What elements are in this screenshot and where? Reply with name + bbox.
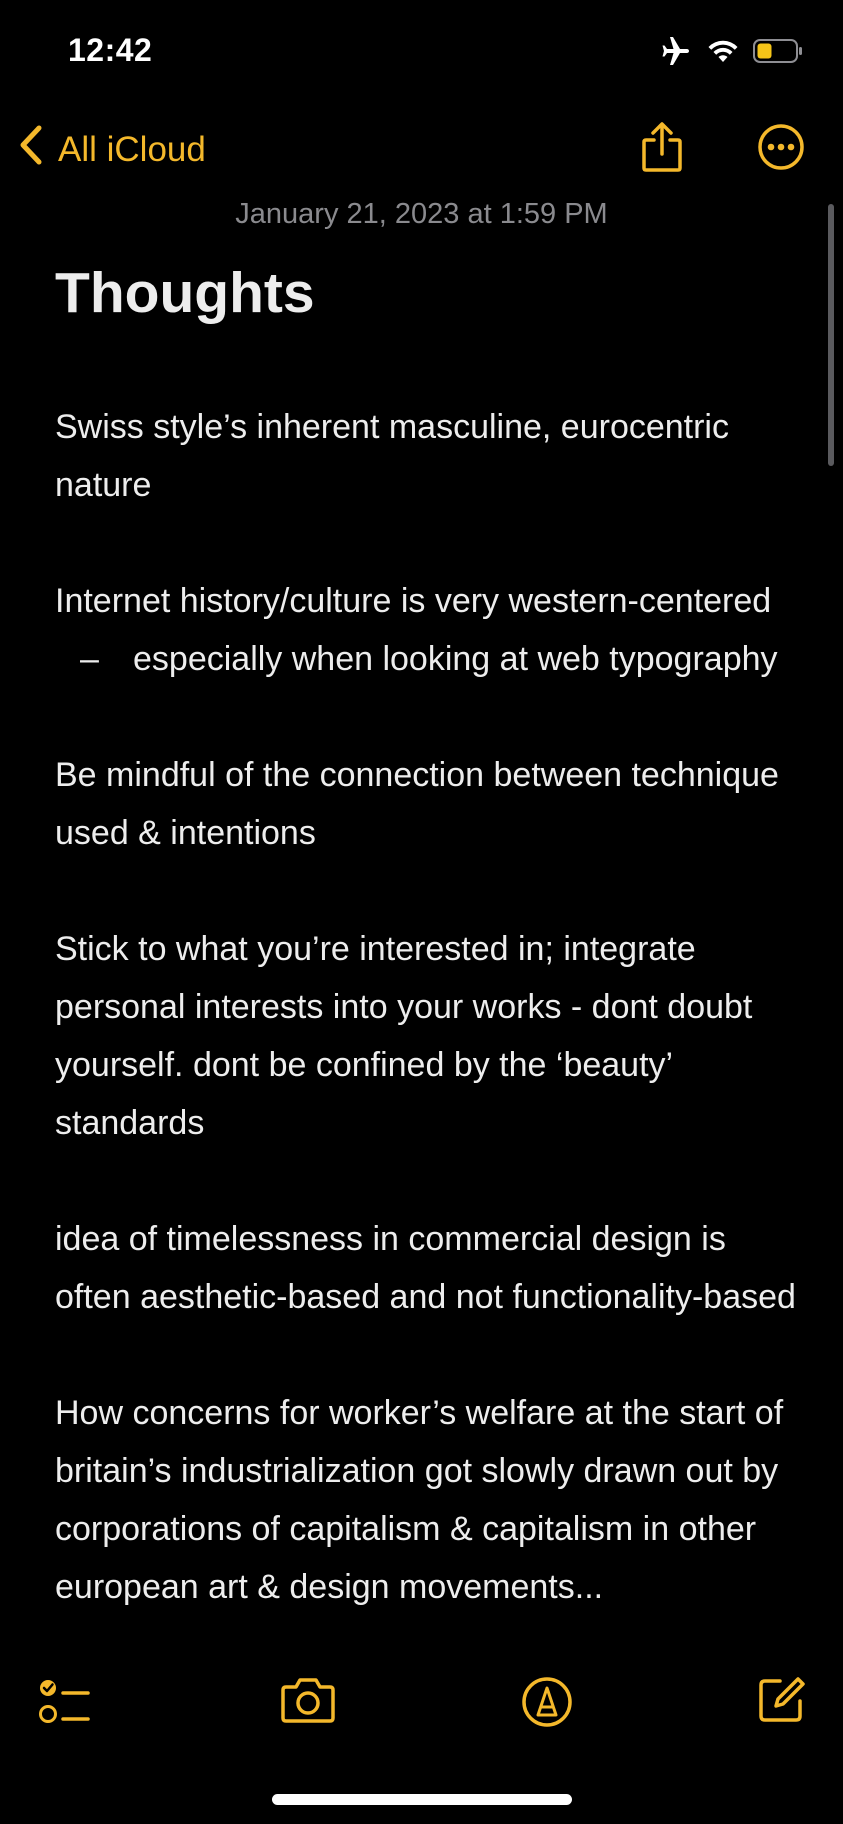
status-icons [659, 36, 803, 66]
more-button[interactable] [756, 122, 806, 177]
note-paragraph[interactable]: How concerns for worker’s welfare at the… [55, 1384, 810, 1616]
note-title[interactable]: Thoughts [55, 258, 810, 328]
compose-button[interactable] [756, 1675, 806, 1725]
back-button[interactable]: All iCloud [18, 124, 206, 175]
markup-button[interactable] [520, 1675, 574, 1729]
chevron-left-icon [18, 124, 44, 175]
compose-icon [756, 1675, 806, 1725]
checklist-button[interactable] [38, 1675, 92, 1727]
airplane-icon [659, 36, 693, 66]
wifi-icon [707, 38, 739, 64]
note-paragraph[interactable]: Internet history/culture is very western… [55, 572, 810, 630]
share-icon [640, 122, 684, 178]
status-bar: 12:42 [0, 0, 843, 100]
bullet-dash: – [80, 640, 99, 678]
bottom-toolbar [0, 1675, 843, 1735]
note-paragraph[interactable]: idea of timelessness in commercial desig… [55, 1210, 810, 1326]
battery-icon [753, 38, 803, 64]
camera-icon [280, 1675, 336, 1725]
note-paragraph[interactable]: Be mindful of the connection between tec… [55, 746, 810, 862]
note-bullet-item[interactable]: – especially when looking at web typogra… [55, 630, 810, 688]
home-indicator[interactable] [272, 1794, 572, 1805]
note-paragraph[interactable]: Swiss style’s inherent masculine, euroce… [55, 398, 810, 514]
checklist-icon [38, 1675, 92, 1727]
note-date: January 21, 2023 at 1:59 PM [235, 198, 608, 230]
status-time: 12:42 [68, 32, 153, 68]
ellipsis-circle-icon [756, 124, 806, 176]
bullet-text: especially when looking at web typograph… [133, 640, 778, 678]
camera-button[interactable] [280, 1675, 336, 1725]
share-button[interactable] [640, 122, 684, 179]
note-paragraph[interactable]: Stick to what you’re interested in; inte… [55, 920, 810, 1152]
scroll-indicator[interactable] [828, 204, 834, 466]
navigation-bar: All iCloud [0, 112, 843, 188]
back-button-label: All iCloud [58, 129, 206, 169]
markup-icon [520, 1675, 574, 1729]
note-body[interactable]: Thoughts Swiss style’s inherent masculin… [55, 258, 810, 1738]
